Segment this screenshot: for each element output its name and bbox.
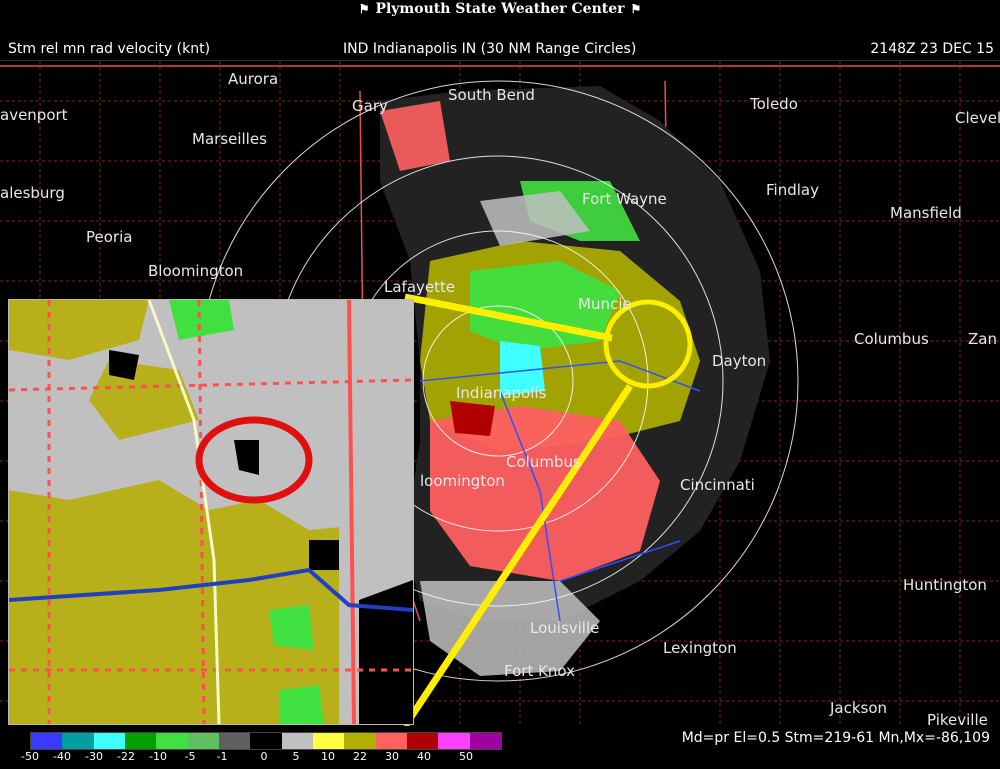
radar-map[interactable]: Aurora avenport Marseilles alesburg Peor… (0, 60, 1000, 726)
city-label: Dayton (712, 352, 767, 370)
colorbar-label: 50 (459, 750, 473, 763)
colorbar-swatch (438, 733, 470, 749)
colorbar-label: -50 (21, 750, 39, 763)
colorbar-swatch (312, 733, 345, 749)
colorbar-swatch (469, 733, 501, 749)
banner: ⚑ Plymouth State Weather Center ⚑ (0, 0, 1000, 20)
colorbar-label: -10 (149, 750, 167, 763)
inset-graphics (9, 300, 413, 724)
colorbar-swatch (406, 733, 439, 749)
city-label: Jackson (830, 699, 888, 717)
colorbar-label: -1 (216, 750, 228, 763)
city-label: Toledo (750, 95, 798, 113)
city-label: Columbus (506, 453, 581, 471)
colorbar-swatch (156, 733, 188, 749)
city-label: Fort Knox (504, 662, 576, 680)
city-label: Findlay (766, 181, 819, 199)
city-label: Mansfield (890, 204, 962, 222)
city-label: Fort Wayne (582, 190, 667, 208)
zoom-inset (8, 299, 414, 725)
timestamp-label: 2148Z 23 DEC 15 (870, 41, 994, 57)
city-label: Marseilles (192, 130, 267, 148)
colorbar-swatch (93, 733, 125, 749)
colorbar-label: -30 (85, 750, 103, 763)
city-label: Columbus (854, 330, 929, 348)
city-label: Clevel (955, 109, 1000, 127)
colorbar-label: 5 (292, 750, 300, 763)
city-label: Lexington (663, 639, 737, 657)
city-label: Huntington (903, 576, 987, 594)
city-label: Louisville (530, 619, 600, 637)
city-label: loomington (420, 472, 505, 490)
colorbar-swatch (218, 733, 251, 749)
city-label: Aurora (228, 70, 279, 88)
colorbar-label: -5 (184, 750, 196, 763)
city-label: alesburg (0, 184, 65, 202)
city-label: Gary (352, 97, 388, 115)
colorbar-label: 22 (353, 750, 367, 763)
flag-icon: ⚑ (630, 2, 642, 16)
city-label: Peoria (86, 228, 133, 246)
city-label: Lafayette (384, 278, 456, 296)
colorbar-label: 0 (260, 750, 268, 763)
velocity-colorbar (30, 732, 502, 750)
city-label: Pikeville (927, 711, 988, 726)
city-label: Cincinnati (680, 476, 755, 494)
colorbar-swatch (62, 733, 94, 749)
radar-echoes (380, 86, 770, 676)
colorbar-swatch (31, 733, 63, 749)
colorbar-swatch (281, 733, 313, 749)
product-label: Stm rel mn rad velocity (knt) (8, 41, 211, 57)
colorbar-label: -40 (53, 750, 71, 763)
colorbar-swatch (250, 733, 282, 749)
city-label: avenport (0, 106, 68, 124)
colorbar-swatch (187, 733, 219, 749)
site-label: IND Indianapolis IN (30 NM Range Circles… (343, 41, 637, 57)
city-label: Zan (968, 330, 997, 348)
colorbar-label: 30 (385, 750, 399, 763)
flag-icon: ⚑ (358, 2, 370, 16)
colorbar-label: -22 (117, 750, 135, 763)
scan-info: Md=pr El=0.5 Stm=219-61 Mn,Mx=-86,109 (681, 730, 990, 746)
colorbar-swatch (124, 733, 157, 749)
city-label: Indianapolis (456, 384, 547, 402)
colorbar-label: 10 (321, 750, 335, 763)
colorbar-swatch (344, 733, 376, 749)
banner-title: Plymouth State Weather Center (375, 1, 625, 17)
city-label: South Bend (448, 86, 535, 104)
colorbar-label: 40 (417, 750, 431, 763)
city-label: Muncie (578, 295, 632, 313)
city-label: Bloomington (148, 262, 244, 280)
colorbar-swatch (375, 733, 407, 749)
